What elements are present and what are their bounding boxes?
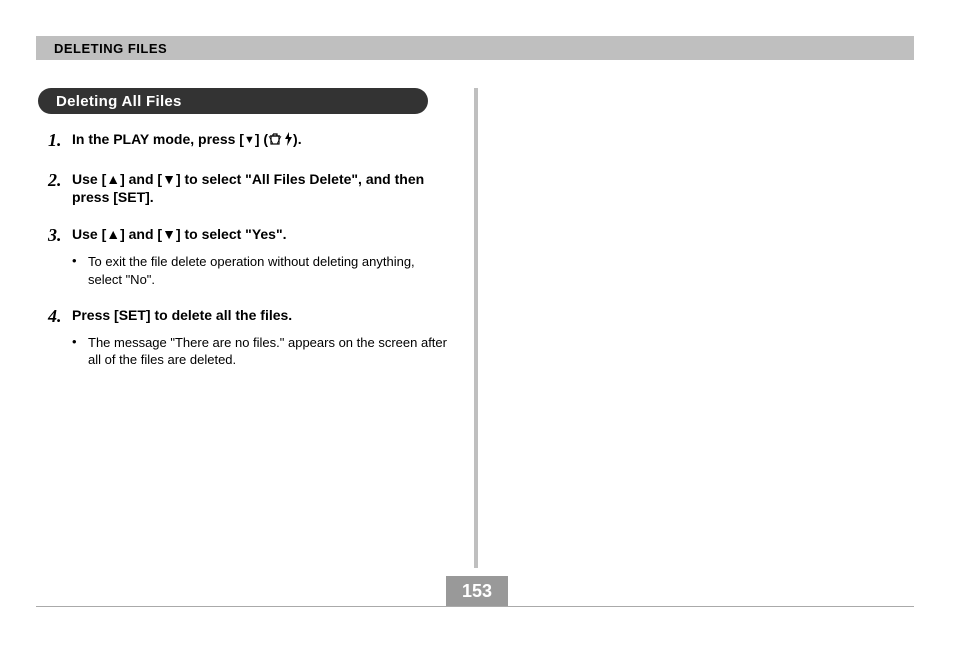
section-heading: Deleting All Files [38, 88, 428, 114]
bullet-item: • The message "There are no files." appe… [48, 334, 448, 369]
step-1-text-mid: ] ( [255, 131, 268, 147]
step-number: 2. [48, 170, 72, 192]
step-1-text-before: In the PLAY mode, press [ [72, 131, 244, 147]
page-number: 153 [462, 581, 492, 602]
step-number: 3. [48, 225, 72, 247]
content-column: 1. In the PLAY mode, press [▼] (). 2. Us… [48, 130, 448, 387]
bullet-text: To exit the file delete operation withou… [88, 253, 448, 288]
page-header-title: DELETING FILES [54, 41, 167, 56]
section-heading-text: Deleting All Files [56, 93, 182, 110]
step-1: 1. In the PLAY mode, press [▼] (). [48, 130, 448, 152]
bullet-dot: • [72, 253, 88, 288]
down-arrow-icon: ▼ [244, 133, 255, 148]
trash-icon [268, 132, 282, 151]
step-text: Press [SET] to delete all the files. [72, 306, 448, 325]
step-number: 4. [48, 306, 72, 328]
step-text: Use [▲] and [▼] to select "Yes". [72, 225, 448, 244]
step-2: 2. Use [▲] and [▼] to select "All Files … [48, 170, 448, 208]
column-divider [474, 88, 478, 568]
page-header-bar: DELETING FILES [36, 36, 914, 60]
step-text: In the PLAY mode, press [▼] (). [72, 130, 448, 151]
bullet-item: • To exit the file delete operation with… [48, 253, 448, 288]
page-number-box: 153 [446, 576, 508, 606]
bullet-dot: • [72, 334, 88, 369]
step-number: 1. [48, 130, 72, 152]
step-text: Use [▲] and [▼] to select "All Files Del… [72, 170, 448, 208]
step-4: 4. Press [SET] to delete all the files. … [48, 306, 448, 369]
step-1-text-after: ). [293, 131, 302, 147]
step-3: 3. Use [▲] and [▼] to select "Yes". • To… [48, 225, 448, 288]
bottom-rule [36, 606, 914, 607]
bolt-icon [284, 132, 293, 151]
bullet-text: The message "There are no files." appear… [88, 334, 448, 369]
